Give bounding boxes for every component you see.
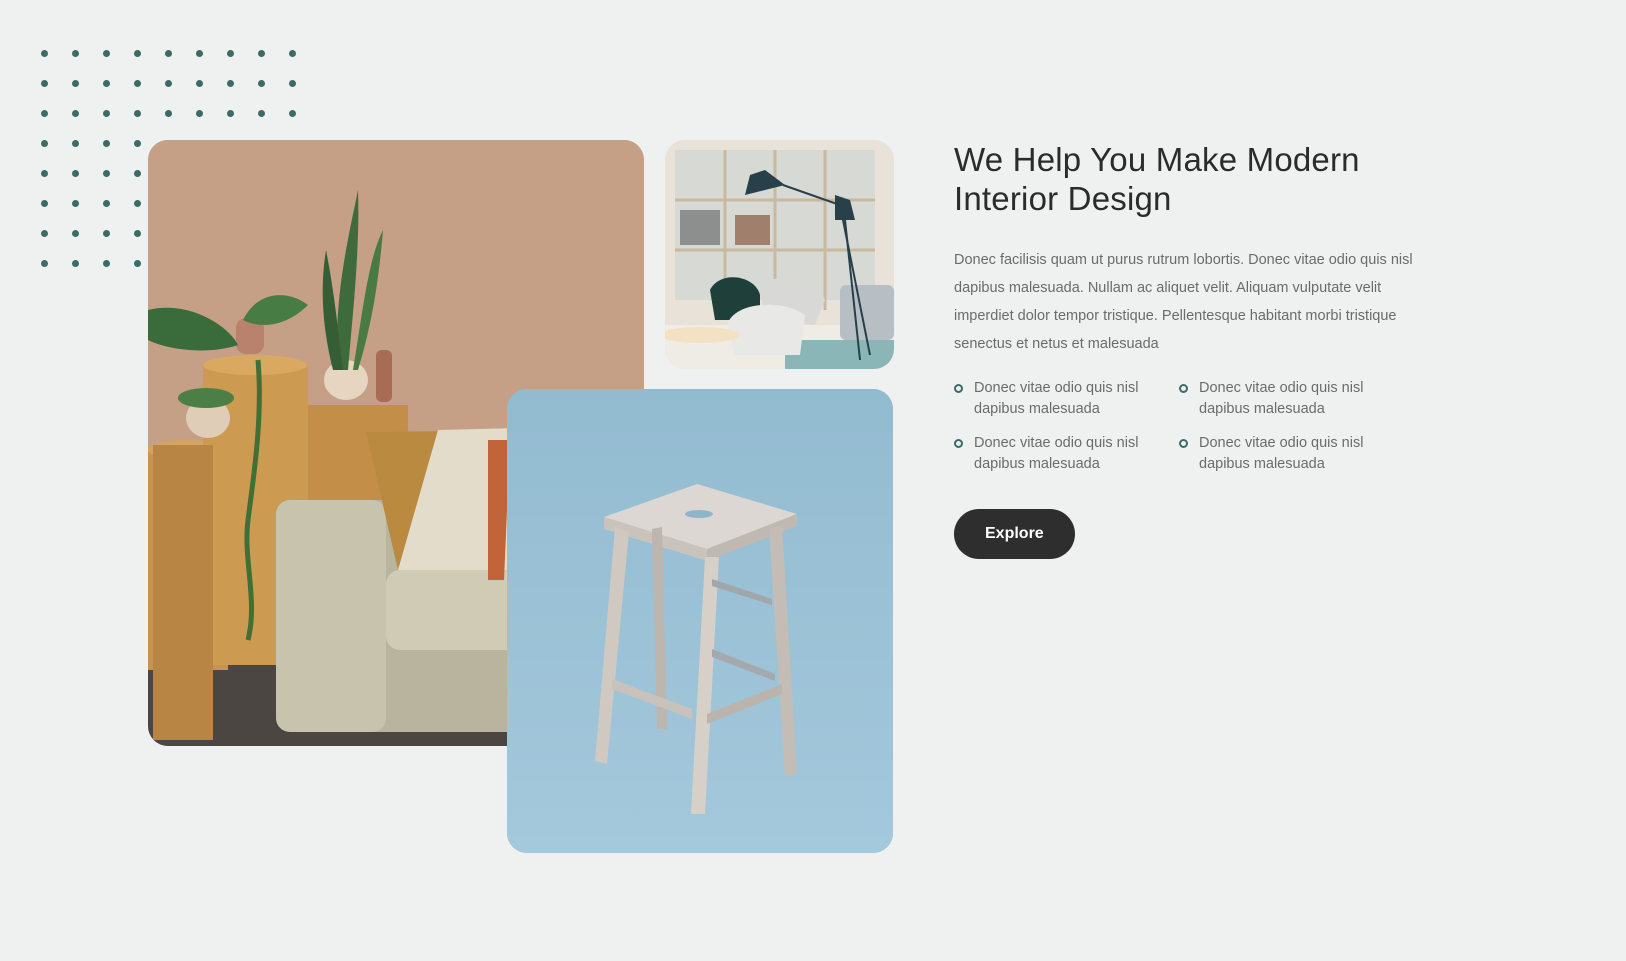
decorative-dot — [72, 140, 79, 147]
decorative-dot — [103, 230, 110, 237]
decorative-dot — [165, 50, 172, 57]
decorative-dot — [196, 50, 203, 57]
decorative-dot — [41, 260, 48, 267]
feature-text: Donec vitae odio quis nisl dapibus males… — [1199, 380, 1364, 417]
explore-button[interactable]: Explore — [954, 509, 1075, 559]
decorative-dot — [196, 110, 203, 117]
decorative-dot — [134, 260, 141, 267]
feature-text: Donec vitae odio quis nisl dapibus males… — [974, 435, 1139, 472]
stool-image — [507, 389, 893, 853]
decorative-dot — [41, 200, 48, 207]
bullet-circle-icon — [954, 439, 963, 448]
about-section: We Help You Make Modern Interior Design … — [0, 0, 1626, 961]
decorative-dot — [72, 80, 79, 87]
decorative-dot — [72, 200, 79, 207]
decorative-dot — [258, 50, 265, 57]
decorative-dot — [41, 110, 48, 117]
decorative-dot — [41, 80, 48, 87]
decorative-dot — [134, 80, 141, 87]
lounge-image — [665, 140, 894, 369]
decorative-dot — [103, 50, 110, 57]
decorative-dot — [165, 110, 172, 117]
decorative-dot — [258, 80, 265, 87]
decorative-dot — [165, 80, 172, 87]
feature-item: Donec vitae odio quis nisl dapibus males… — [1179, 433, 1404, 475]
feature-text: Donec vitae odio quis nisl dapibus males… — [974, 380, 1139, 417]
decorative-dot — [41, 50, 48, 57]
decorative-dot — [41, 170, 48, 177]
bullet-circle-icon — [1179, 439, 1188, 448]
bullet-circle-icon — [1179, 384, 1188, 393]
feature-item: Donec vitae odio quis nisl dapibus males… — [954, 433, 1179, 475]
section-title: We Help You Make Modern Interior Design — [954, 141, 1360, 217]
decorative-dot — [289, 50, 296, 57]
decorative-dot — [72, 260, 79, 267]
decorative-dot — [72, 50, 79, 57]
decorative-dot — [196, 80, 203, 87]
feature-text: Donec vitae odio quis nisl dapibus males… — [1199, 435, 1364, 472]
decorative-dot — [289, 80, 296, 87]
feature-list: Donec vitae odio quis nisl dapibus males… — [954, 378, 1434, 475]
decorative-dot — [103, 260, 110, 267]
decorative-dot — [41, 140, 48, 147]
bullet-circle-icon — [954, 384, 963, 393]
decorative-dot — [103, 80, 110, 87]
content-column: We Help You Make Modern Interior Design … — [954, 140, 1434, 559]
feature-item: Donec vitae odio quis nisl dapibus males… — [954, 378, 1179, 420]
decorative-dot — [258, 110, 265, 117]
feature-item: Donec vitae odio quis nisl dapibus males… — [1179, 378, 1404, 420]
section-description: Donec facilisis quam ut purus rutrum lob… — [954, 252, 1413, 352]
decorative-dot — [134, 140, 141, 147]
decorative-dot — [134, 50, 141, 57]
decorative-dot — [134, 230, 141, 237]
decorative-dot — [227, 50, 234, 57]
decorative-dot — [72, 230, 79, 237]
decorative-dot — [134, 170, 141, 177]
decorative-dot — [41, 230, 48, 237]
decorative-dot — [103, 170, 110, 177]
decorative-dot — [289, 110, 296, 117]
decorative-dot — [134, 200, 141, 207]
decorative-dot — [227, 110, 234, 117]
decorative-dot — [103, 110, 110, 117]
decorative-dot — [72, 110, 79, 117]
decorative-dot — [134, 110, 141, 117]
decorative-dot — [103, 140, 110, 147]
decorative-dot — [72, 170, 79, 177]
decorative-dot — [227, 80, 234, 87]
decorative-dot — [103, 200, 110, 207]
